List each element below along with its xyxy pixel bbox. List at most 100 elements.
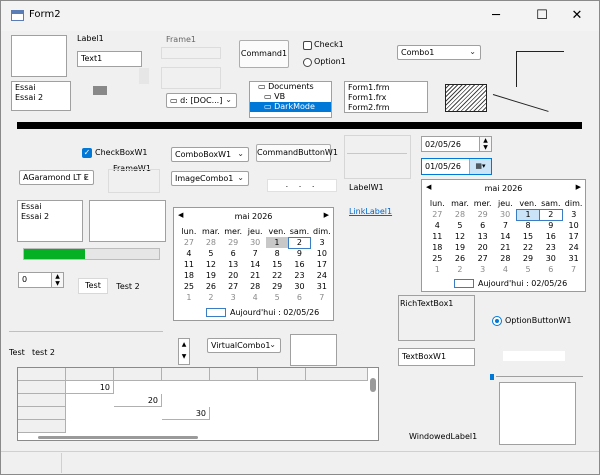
- chevron-down-icon[interactable]: ⌄: [469, 47, 476, 56]
- updown-input[interactable]: 0 ▲ ▼: [18, 272, 64, 288]
- tab-test[interactable]: Test: [78, 278, 108, 294]
- calendar-day[interactable]: 13: [471, 231, 494, 242]
- updown-arrows-icon[interactable]: ▲ ▼: [51, 273, 63, 287]
- calendar-day[interactable]: 15: [266, 259, 288, 270]
- calendar-day[interactable]: 5: [449, 220, 472, 231]
- list-item[interactable]: Form1.frx: [348, 93, 424, 103]
- calendar-day[interactable]: 8: [266, 248, 288, 259]
- calendar-day[interactable]: 1: [426, 264, 449, 275]
- calendar-day[interactable]: 23: [539, 242, 562, 253]
- calendar-day[interactable]: 10: [311, 248, 333, 259]
- calendar-month-title[interactable]: mai 2026: [422, 184, 585, 193]
- calendar-day[interactable]: 17: [311, 259, 333, 270]
- comboboxw1[interactable]: ComboBoxW1 ⌄: [171, 147, 249, 162]
- text1-input[interactable]: Text1: [77, 51, 142, 67]
- file-list[interactable]: Form1.frm Form1.frx Form2.frm: [344, 81, 428, 113]
- chevron-down-icon[interactable]: ⌄: [225, 95, 232, 104]
- grid-header-cell[interactable]: [162, 368, 210, 381]
- list-item[interactable]: Essai: [21, 202, 79, 212]
- calendar-day[interactable]: 6: [471, 220, 494, 231]
- calendar-dropdown[interactable]: ◀ mai 2026 ▶ lun. mar. mer. jeu. ven. sam. dim…: [421, 179, 586, 292]
- calendar-day-today[interactable]: 2: [538, 208, 563, 221]
- empty-listbox[interactable]: [89, 200, 166, 242]
- calendar-day[interactable]: 26: [449, 253, 472, 264]
- slider-thumb[interactable]: [490, 374, 494, 380]
- tabstrip[interactable]: Test Test 2: [78, 278, 146, 300]
- calendar-grid[interactable]: lun. mar. mer. jeu. ven. sam. dim. 27 28 29 30 1 2 3…: [426, 198, 585, 275]
- calendar-day[interactable]: 3: [471, 264, 494, 275]
- calendar-day[interactable]: 18: [426, 242, 449, 253]
- calendar-day[interactable]: 7: [494, 220, 517, 231]
- calendar-day[interactable]: 24: [311, 270, 333, 281]
- calendar-day[interactable]: 6: [539, 264, 562, 275]
- calendar-day[interactable]: 19: [200, 270, 222, 281]
- list-item[interactable]: Form1.frm: [348, 83, 424, 93]
- calendar-day[interactable]: 24: [562, 242, 585, 253]
- calendar-month-title[interactable]: mai 2026: [174, 212, 333, 221]
- grid-header-cell[interactable]: [306, 368, 368, 381]
- calendar-day[interactable]: 14: [494, 231, 517, 242]
- calendar-day[interactable]: 19: [449, 242, 472, 253]
- grid-row-header[interactable]: [18, 407, 66, 420]
- combo1[interactable]: Combo1 ⌄: [397, 45, 481, 60]
- vertical-scrollbar[interactable]: [370, 378, 376, 392]
- grid-cell[interactable]: 20: [114, 394, 162, 407]
- grid-row-header[interactable]: [18, 381, 66, 394]
- calendar-day[interactable]: 30: [244, 237, 266, 248]
- calendar-day[interactable]: 4: [244, 292, 266, 303]
- list-item-selected[interactable]: ▭ DarkMode: [250, 102, 331, 112]
- chevron-down-icon[interactable]: ⌄: [269, 340, 276, 349]
- calendar-day[interactable]: 4: [494, 264, 517, 275]
- slider-track[interactable]: [496, 376, 583, 377]
- calendar-day[interactable]: 28: [494, 253, 517, 264]
- windowed-box[interactable]: [499, 382, 576, 445]
- today-link[interactable]: Aujourd'hui : 02/05/26: [454, 279, 567, 288]
- calendar-day[interactable]: 28: [244, 281, 266, 292]
- calendar-day[interactable]: 5: [266, 292, 288, 303]
- grid-cell[interactable]: 30: [162, 407, 210, 420]
- next-month-icon[interactable]: ▶: [324, 211, 329, 219]
- calendar-day[interactable]: 25: [426, 253, 449, 264]
- calendar-day[interactable]: 9: [539, 220, 562, 231]
- calendar-day[interactable]: 13: [222, 259, 244, 270]
- calendar-day[interactable]: 20: [222, 270, 244, 281]
- calendar-day[interactable]: 6: [288, 292, 310, 303]
- calendar-day[interactable]: 7: [244, 248, 266, 259]
- calendar-day[interactable]: 15: [517, 231, 540, 242]
- today-link[interactable]: Aujourd'hui : 02/05/26: [206, 308, 319, 317]
- imagecombo1[interactable]: ImageCombo1 ⌄: [171, 171, 249, 186]
- calendar-day[interactable]: 1: [178, 292, 200, 303]
- font-combo[interactable]: AGaramond LT E ⌄: [19, 170, 94, 185]
- calendar-day[interactable]: 7: [311, 292, 333, 303]
- calendar-day[interactable]: 29: [471, 209, 494, 220]
- close-button[interactable]: ✕: [557, 1, 597, 31]
- calendar-day[interactable]: 31: [562, 253, 585, 264]
- calendar-day[interactable]: 25: [178, 281, 200, 292]
- calendar-day[interactable]: 8: [517, 220, 540, 231]
- calendar-day[interactable]: 7: [562, 264, 585, 275]
- grid-header-cell[interactable]: [258, 368, 306, 381]
- calendar-grid[interactable]: lun. mar. mer. jeu. ven. sam. dim. 27 28 29 30 1 2 3…: [178, 226, 333, 303]
- calendar-day[interactable]: 6: [222, 248, 244, 259]
- richtextbox1[interactable]: [398, 295, 475, 341]
- list1[interactable]: Essai Essai 2: [11, 81, 71, 111]
- list-item[interactable]: Essai 2: [15, 93, 67, 103]
- calendar-day[interactable]: 21: [494, 242, 517, 253]
- next-month-icon[interactable]: ▶: [576, 183, 581, 191]
- calendar-day[interactable]: 26: [200, 281, 222, 292]
- vscroll-arrows-icon[interactable]: ▲ ▼: [178, 338, 190, 365]
- calendar-day[interactable]: 2: [200, 292, 222, 303]
- grid-row-header[interactable]: [18, 420, 66, 433]
- check1-checkbox[interactable]: [303, 41, 312, 50]
- horizontal-scrollbar[interactable]: [38, 436, 198, 439]
- calendar-day[interactable]: 5: [517, 264, 540, 275]
- list-item[interactable]: ▭ Documents: [250, 82, 331, 92]
- calendar-day[interactable]: 4: [178, 248, 200, 259]
- calendar-day[interactable]: 11: [426, 231, 449, 242]
- grid-header-cell[interactable]: [114, 368, 162, 381]
- calendar-day[interactable]: 22: [517, 242, 540, 253]
- calendar-day[interactable]: 29: [266, 281, 288, 292]
- grid-row-header[interactable]: [18, 394, 66, 407]
- date-picker-2[interactable]: 01/05/26 ▦▾: [421, 158, 492, 175]
- date-picker-1[interactable]: 02/05/26 ▲ ▼: [421, 136, 492, 152]
